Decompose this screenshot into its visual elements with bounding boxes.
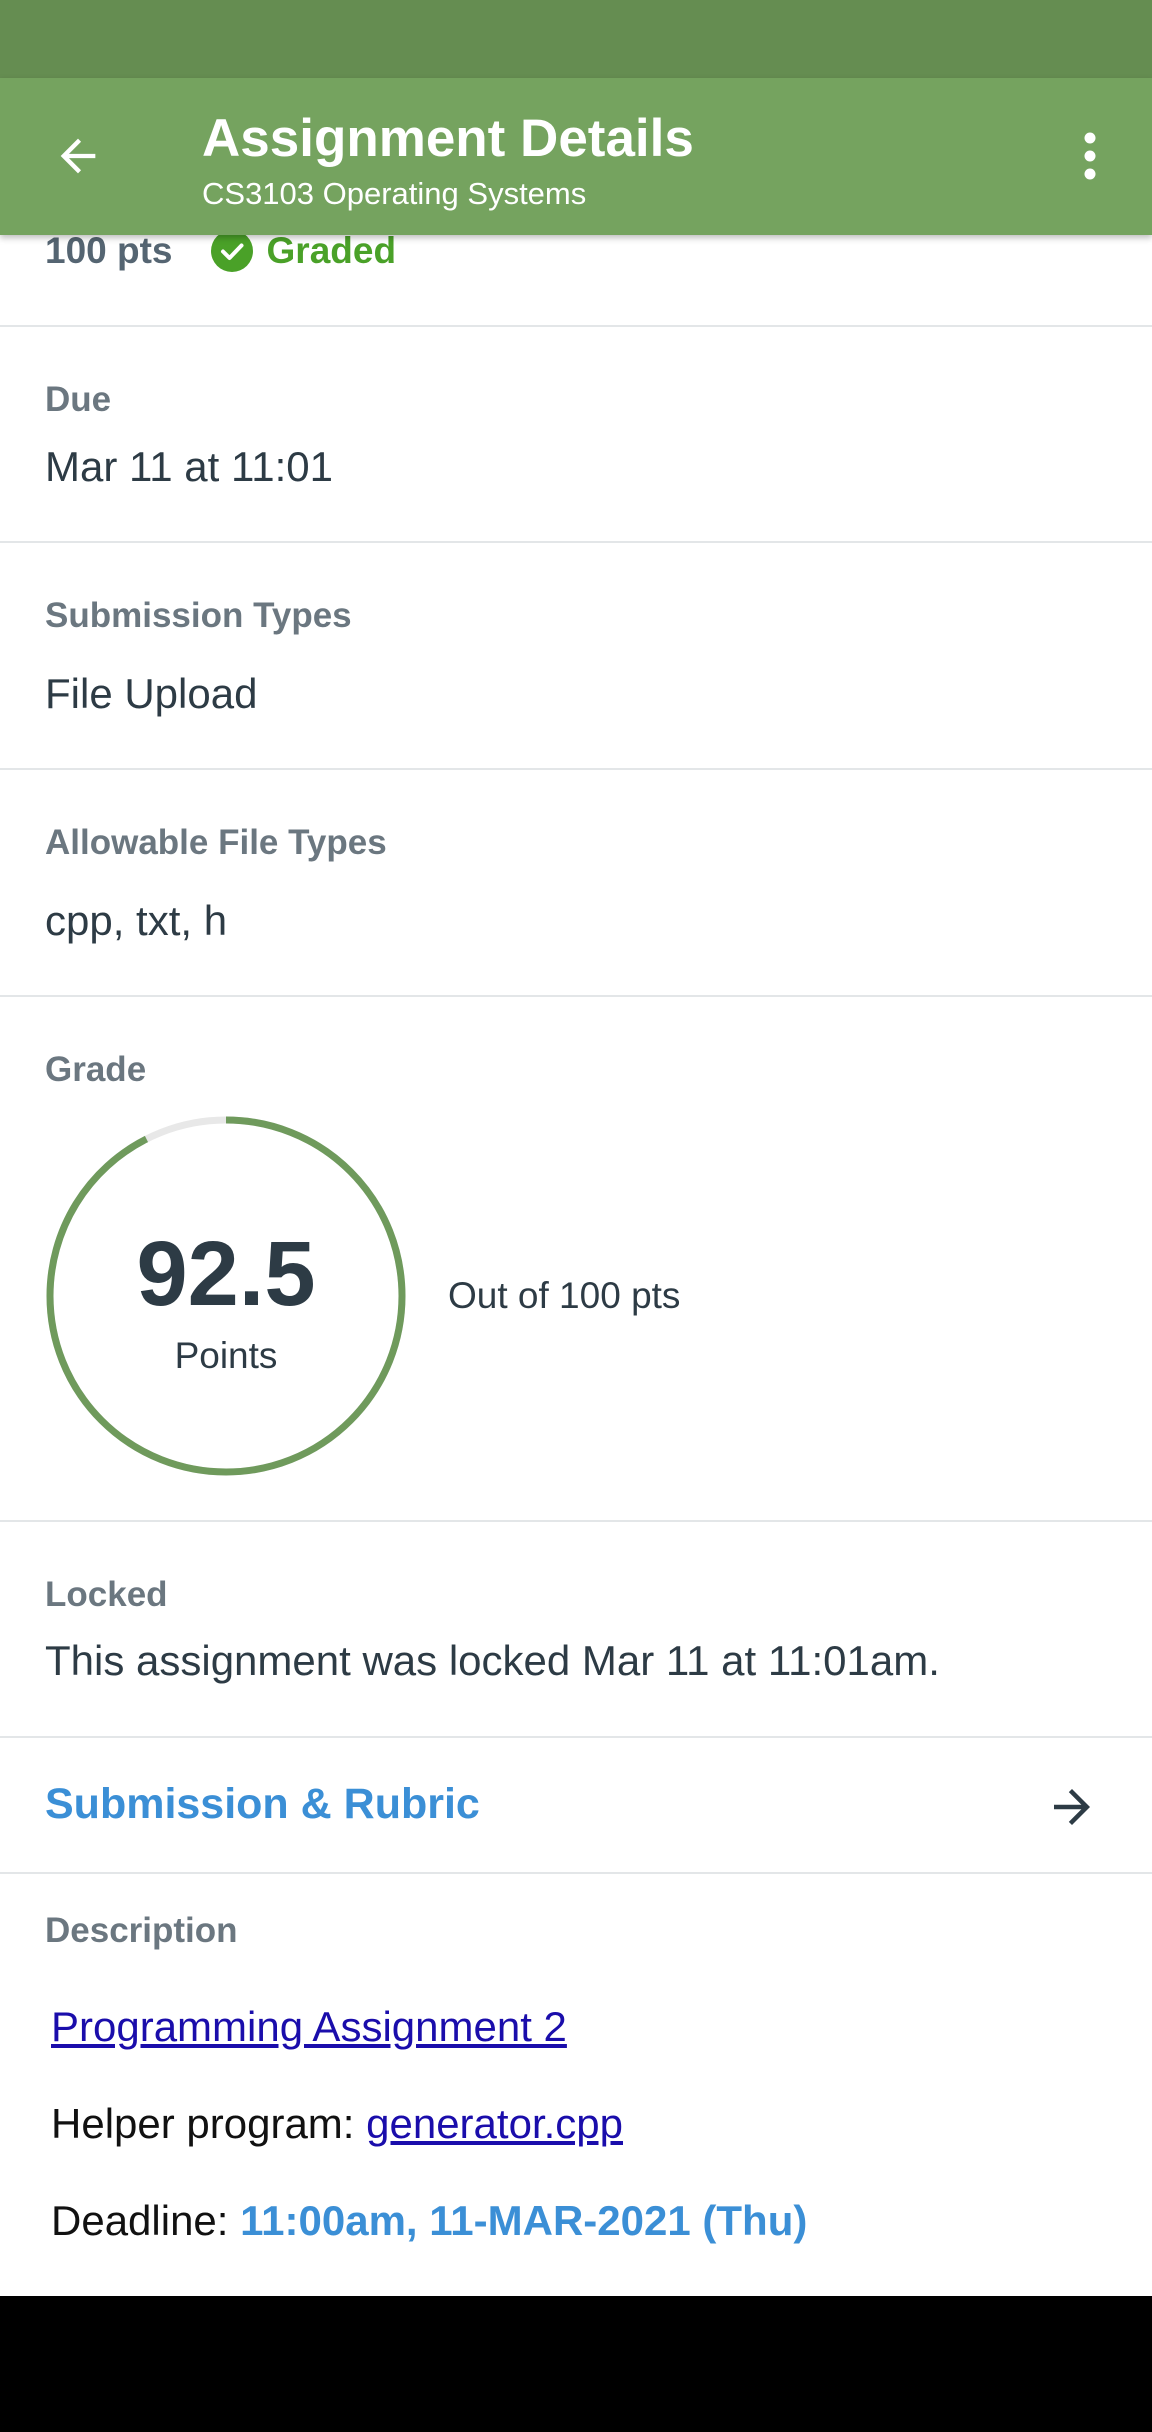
- divider: [0, 541, 1152, 543]
- file-types-value: cpp, txt, h: [45, 897, 228, 944]
- locked-label: Locked: [45, 1575, 168, 1614]
- system-navigation-bar: [0, 2296, 1152, 2432]
- helper-prefix: Helper program:: [51, 2100, 367, 2147]
- divider: [0, 768, 1152, 770]
- grade-label: Grade: [45, 1050, 147, 1089]
- back-button[interactable]: [38, 116, 118, 196]
- divider: [0, 1872, 1152, 1874]
- arrow-left-icon: [60, 138, 96, 174]
- divider: [0, 1736, 1152, 1738]
- arrow-right-icon: [1054, 1789, 1090, 1825]
- submission-rubric-label: Submission & Rubric: [45, 1780, 480, 1828]
- app-bar: Assignment Details CS3103 Operating Syst…: [0, 78, 1152, 235]
- submission-types-value: File Upload: [45, 670, 258, 717]
- due-label: Due: [45, 380, 112, 419]
- grade-out-of: Out of 100 pts: [448, 1275, 681, 1316]
- app-bar-subtitle: CS3103 Operating Systems: [202, 176, 587, 211]
- graded-status: Graded: [210, 230, 397, 272]
- app-bar-title: Assignment Details: [202, 109, 694, 168]
- grade-score: 92.5: [136, 1223, 316, 1325]
- description-line-deadline: Deadline: 11:00am, 11-MAR-2021 (Thu): [51, 2197, 807, 2245]
- overflow-menu-button[interactable]: [1050, 116, 1130, 196]
- due-value: Mar 11 at 11:01: [45, 443, 333, 490]
- grade-unit-label: Points: [174, 1335, 278, 1376]
- assignment-link[interactable]: Programming Assignment 2: [51, 2003, 567, 2050]
- description-line-helper: Helper program: generator.cpp: [51, 2100, 623, 2148]
- points-status-row: 100 pts Graded: [45, 230, 396, 272]
- helper-program-link[interactable]: generator.cpp: [366, 2100, 623, 2147]
- description-line-assignment: Programming Assignment 2: [51, 2003, 567, 2051]
- submission-types-label: Submission Types: [45, 596, 352, 635]
- deadline-value: 11:00am, 11-MAR-2021 (Thu): [240, 2197, 808, 2244]
- description-label: Description: [45, 1911, 238, 1950]
- file-types-label: Allowable File Types: [45, 823, 387, 862]
- status-label: Graded: [266, 230, 397, 271]
- check-circle-icon: [210, 230, 253, 272]
- divider: [0, 995, 1152, 997]
- divider: [0, 1520, 1152, 1522]
- deadline-prefix: Deadline:: [51, 2197, 241, 2244]
- submission-rubric-row[interactable]: Submission & Rubric: [0, 1740, 1152, 1870]
- divider: [0, 325, 1152, 327]
- more-vertical-icon: [1084, 132, 1096, 180]
- points-possible: 100 pts: [45, 230, 173, 271]
- locked-message: This assignment was locked Mar 11 at 11:…: [45, 1637, 940, 1684]
- status-bar: [0, 0, 1152, 78]
